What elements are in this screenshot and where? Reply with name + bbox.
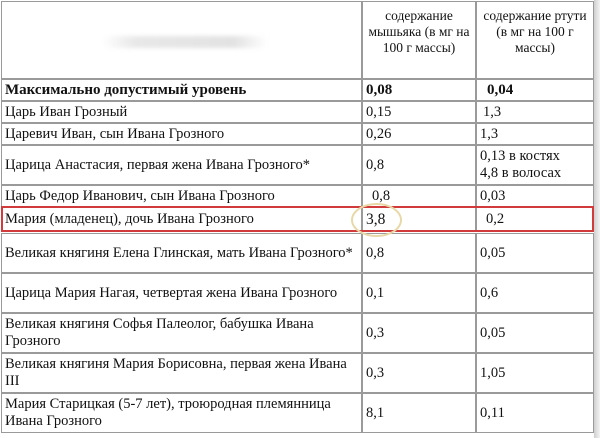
row-mercury: 1,05 — [476, 353, 594, 393]
row-mercury: 0,13 в костях 4,8 в волосах — [476, 145, 594, 185]
header-mercury: содержание ртути (в мг на 100 г массы) — [476, 1, 594, 79]
row-arsenic: 0,3 — [362, 353, 476, 393]
row-mercury: 1,3 — [476, 123, 594, 145]
row-name: Царевич Иван, сын Ивана Грозного — [1, 123, 362, 145]
row-mercury: 1,3 — [476, 101, 594, 123]
row-arsenic: 0,8 — [362, 233, 476, 273]
row-arsenic: 0,3 — [362, 313, 476, 353]
row-name: Мария (младенец), дочь Ивана Грозного — [1, 207, 362, 231]
row-name: Великая княгиня Софья Палеолог, бабушка … — [1, 313, 362, 353]
row-mercury: 0,04 — [476, 79, 594, 101]
row-mercury: 0,6 — [476, 273, 594, 313]
row-arsenic: 0,8 — [362, 185, 476, 207]
row-mercury: 0,03 — [476, 185, 594, 207]
row-mercury: 0,05 — [476, 233, 594, 273]
row-mercury: 0,2 — [476, 207, 594, 231]
row-name: Царица Анастасия, первая жена Ивана Гроз… — [1, 145, 362, 185]
row-arsenic: 0,26 — [362, 123, 476, 145]
row-name: Максимально допустимый уровень — [1, 79, 362, 101]
row-name: Великая княгиня Мария Борисовна, первая … — [1, 353, 362, 393]
row-name: Царь Иван Грозный — [1, 101, 362, 123]
row-arsenic: 0,08 — [362, 79, 476, 101]
row-name: Великая княгиня Елена Глинская, мать Ива… — [1, 233, 362, 273]
row-arsenic: 0,8 — [362, 145, 476, 185]
row-mercury: 0,05 — [476, 313, 594, 353]
row-arsenic: 8,1 — [362, 393, 476, 433]
page-edge-shadow — [594, 0, 600, 438]
header-arsenic: содержание мышьяка (в мг на 100 г массы) — [362, 1, 476, 79]
row-name: Царь Федор Иванович, сын Ивана Грозного — [1, 185, 362, 207]
row-arsenic: 0,1 — [362, 273, 476, 313]
row-mercury: 0,11 — [476, 393, 594, 433]
row-name: Царица Мария Нагая, четвертая жена Ивана… — [1, 273, 362, 313]
blurred-header-text — [102, 36, 267, 48]
row-arsenic: 0,15 — [362, 101, 476, 123]
poison-levels-table: содержание мышьяка (в мг на 100 г массы)… — [0, 0, 600, 438]
row-arsenic: 3,8 — [362, 207, 476, 231]
header-blank-cell — [1, 1, 362, 79]
row-name: Мария Старицкая (5-7 лет), троюродная пл… — [1, 393, 362, 433]
